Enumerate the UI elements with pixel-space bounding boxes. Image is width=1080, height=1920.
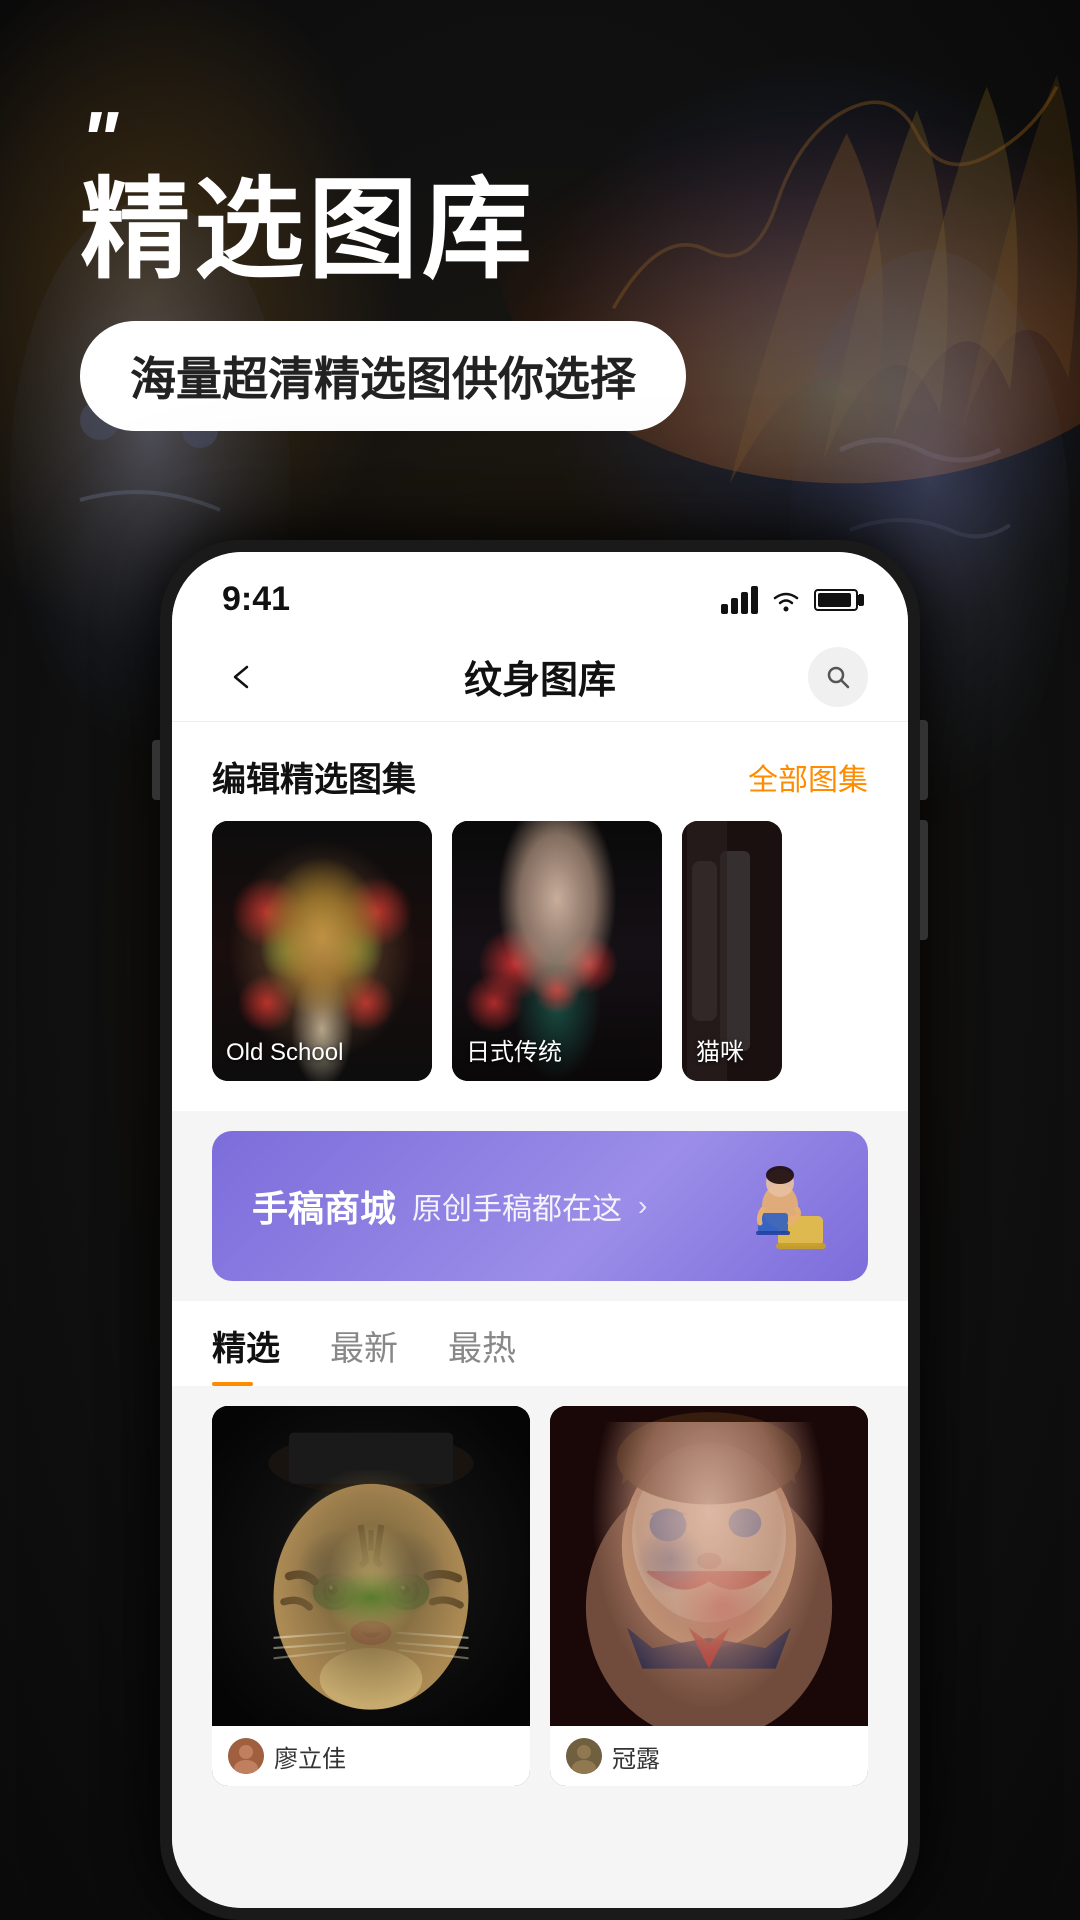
joker-svg — [550, 1406, 868, 1726]
tabs-container: 精选 最新 最热 — [172, 1301, 908, 1386]
grid-card-tiger[interactable]: 廖立佳 — [212, 1406, 530, 1786]
signal-bar-3 — [741, 592, 748, 614]
status-icons — [721, 586, 858, 614]
grid-column-left: 廖立佳 — [212, 1406, 530, 1786]
phone-side-button-right-top — [920, 720, 928, 800]
subtitle-text: 海量超清精选图供你选择 — [130, 353, 636, 405]
gallery-card-cat[interactable]: 猫咪 — [682, 821, 782, 1081]
all-albums-link[interactable]: 全部图集 — [748, 755, 868, 799]
signal-icon — [721, 586, 758, 614]
banner-illustration — [708, 1161, 828, 1251]
back-icon — [227, 662, 257, 692]
image-grid: 廖立佳 — [172, 1386, 908, 1806]
artist-avatar-guan — [566, 1738, 602, 1774]
signal-bar-2 — [731, 598, 738, 614]
gallery-card-japanese[interactable]: 日式传统 — [452, 821, 662, 1081]
tab-newest[interactable]: 最新 — [330, 1321, 398, 1386]
tab-featured[interactable]: 精选 — [212, 1321, 280, 1386]
status-bar: 9:41 — [172, 552, 908, 632]
app-content: 编辑精选图集 全部图集 — [172, 722, 908, 1908]
signal-bar-4 — [751, 586, 758, 614]
battery-fill — [818, 593, 851, 607]
phone-side-button-right-bottom — [920, 820, 928, 940]
main-title: 精选图库 — [80, 170, 686, 291]
tab-hottest[interactable]: 最热 — [448, 1321, 516, 1386]
joker-art-container — [550, 1406, 868, 1726]
nav-bar: 纹身图库 — [172, 632, 908, 722]
phone-inner: 9:41 — [172, 552, 908, 1908]
header-section: " 精选图库 海量超清精选图供你选择 — [80, 100, 686, 431]
phone-outer: 9:41 — [160, 540, 920, 1920]
signal-bar-1 — [721, 604, 728, 614]
banner-title: 手稿商城 — [252, 1180, 396, 1232]
avatar-liao-svg — [228, 1738, 264, 1774]
artist-name-liao: 廖立佳 — [274, 1739, 346, 1774]
back-button[interactable] — [212, 647, 272, 707]
wifi-icon — [770, 586, 802, 614]
phone-mockup: 9:41 — [160, 540, 920, 1920]
avatar-guan-svg — [566, 1738, 602, 1774]
phone-side-button-left — [152, 740, 160, 800]
tab-newest-label: 最新 — [330, 1330, 398, 1368]
artist-avatar-liao — [228, 1738, 264, 1774]
grid-column-right: 冠露 — [550, 1406, 868, 1786]
tiger-art — [212, 1406, 530, 1726]
status-time: 9:41 — [222, 580, 290, 619]
quote-marks: " — [80, 100, 686, 180]
tiger-image — [212, 1406, 530, 1726]
joker-card-footer: 冠露 — [550, 1726, 868, 1786]
battery-tip — [858, 595, 863, 605]
battery-icon — [814, 589, 858, 611]
artist-name-guan: 冠露 — [612, 1739, 660, 1774]
banner-arrow: › — [638, 1190, 647, 1222]
banner-subtitle: 原创手稿都在这 — [412, 1184, 622, 1228]
gallery-card-label-old-school: Old School — [226, 1039, 343, 1067]
featured-section-header: 编辑精选图集 全部图集 — [172, 722, 908, 821]
tiger-card-footer: 廖立佳 — [212, 1726, 530, 1786]
nav-title: 纹身图库 — [464, 649, 616, 704]
gallery-card-label-cat: 猫咪 — [696, 1032, 744, 1067]
tabs-row: 精选 最新 最热 — [212, 1321, 868, 1386]
tiger-svg — [212, 1406, 530, 1726]
gallery-scroll: Old School — [172, 821, 908, 1111]
search-button[interactable] — [808, 647, 868, 707]
tab-indicator — [212, 1382, 253, 1386]
joker-image — [550, 1406, 868, 1726]
search-icon — [824, 663, 852, 691]
gallery-card-label-japanese: 日式传统 — [466, 1032, 562, 1067]
grid-card-joker[interactable]: 冠露 — [550, 1406, 868, 1786]
featured-title: 编辑精选图集 — [212, 752, 416, 801]
tab-hottest-label: 最热 — [448, 1330, 516, 1368]
subtitle-badge: 海量超清精选图供你选择 — [80, 321, 686, 431]
gallery-card-old-school[interactable]: Old School — [212, 821, 432, 1081]
banner[interactable]: 手稿商城 原创手稿都在这 › — [212, 1131, 868, 1281]
banner-text-group: 手稿商城 原创手稿都在这 › — [252, 1180, 647, 1232]
person-svg — [708, 1161, 828, 1251]
tab-featured-label: 精选 — [212, 1330, 280, 1368]
